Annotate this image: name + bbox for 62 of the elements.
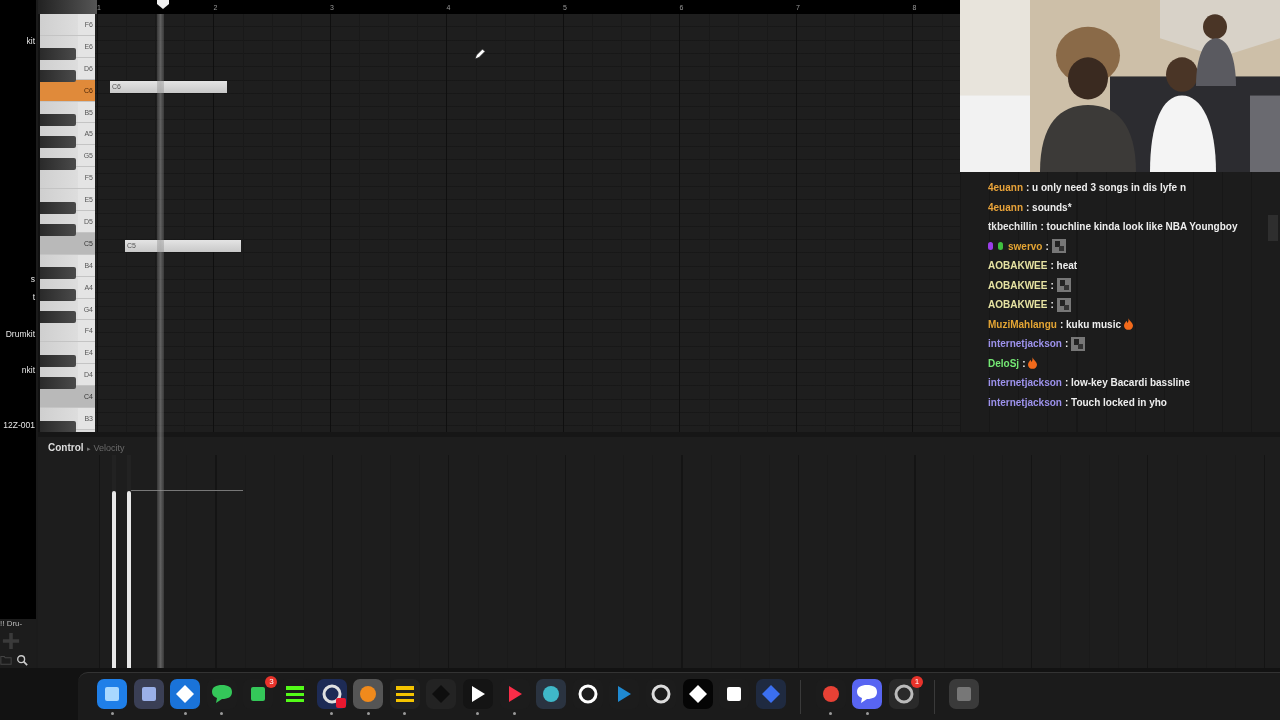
browser-item[interactable]: !! Dru- xyxy=(0,619,23,628)
app-icon[interactable] xyxy=(852,679,883,709)
chat-username[interactable]: 4euann xyxy=(988,182,1023,194)
emote-icon xyxy=(1051,239,1066,254)
browser-item[interactable]: Drumkit xyxy=(5,324,35,343)
app-icon[interactable] xyxy=(462,679,493,709)
playhead-marker[interactable] xyxy=(157,0,169,9)
chat-message: : heat xyxy=(1050,260,1078,272)
chat-message: : u only need 3 songs in dis lyfe n xyxy=(1026,182,1187,194)
app-icon[interactable] xyxy=(353,679,384,709)
control-label[interactable]: Control xyxy=(48,442,84,453)
chat-username[interactable]: internetjackson xyxy=(988,396,1062,408)
browser-item[interactable]: t xyxy=(32,288,35,307)
emote-icon xyxy=(1056,278,1071,293)
browser-item[interactable]: nkit xyxy=(21,361,35,380)
browser-item[interactable]: 12Z-001 xyxy=(3,416,35,435)
chat-message: : kuku music xyxy=(1059,318,1122,330)
chat-username[interactable]: 4euann xyxy=(988,201,1023,213)
notification-badge: 3 xyxy=(265,676,278,688)
app-icon[interactable] xyxy=(133,679,164,709)
chat-username[interactable]: swervo xyxy=(1008,240,1043,252)
sharp-key[interactable] xyxy=(40,311,76,324)
sharp-key[interactable] xyxy=(40,267,76,280)
chat-message: : xyxy=(1050,299,1054,311)
app-icon[interactable] xyxy=(316,679,347,709)
chat-message: : low-key Bacardi bassline xyxy=(1064,377,1190,389)
emote-icon xyxy=(1056,297,1071,312)
chat-username[interactable]: internetjackson xyxy=(988,338,1062,350)
fire-icon xyxy=(1028,357,1038,370)
fire-icon xyxy=(1124,318,1134,331)
chat-username[interactable]: tkbechillin xyxy=(988,221,1038,233)
app-icon[interactable] xyxy=(536,679,567,709)
sharp-key[interactable] xyxy=(40,48,76,61)
sharp-key[interactable] xyxy=(40,70,76,83)
browser-item[interactable]: s xyxy=(30,269,35,288)
chat-message: : xyxy=(1022,357,1026,369)
browser-item[interactable]: kit xyxy=(26,32,35,50)
velocity-track[interactable] xyxy=(112,455,116,668)
search-icon[interactable] xyxy=(16,654,28,666)
app-icon[interactable] xyxy=(170,679,201,709)
app-icon[interactable] xyxy=(682,679,713,709)
sharp-key[interactable] xyxy=(40,289,76,302)
app-icon[interactable] xyxy=(389,679,420,709)
chat-message: : sounds* xyxy=(1026,201,1072,213)
chat-message: : xyxy=(1064,338,1069,350)
pencil-icon xyxy=(473,47,487,61)
chat-username[interactable]: DeloSj xyxy=(988,357,1020,369)
chat-username[interactable]: MuziMahlangu xyxy=(988,318,1057,330)
chat-username[interactable]: AOBAKWEE xyxy=(988,279,1048,291)
chat-username[interactable]: AOBAKWEE xyxy=(988,299,1048,311)
chat-username[interactable]: AOBAKWEE xyxy=(988,260,1048,272)
chat-message: : touchline kinda look like NBA Youngboy xyxy=(1040,221,1238,233)
emote-icon xyxy=(1071,336,1086,351)
notification-badge: 1 xyxy=(911,676,924,688)
chat-message: : Touch locked in yho xyxy=(1064,396,1167,408)
chat-username[interactable]: internetjackson xyxy=(988,377,1062,389)
velocity-track[interactable] xyxy=(127,455,131,668)
app-icon[interactable] xyxy=(97,679,127,709)
app-icon[interactable] xyxy=(889,679,920,709)
chat-message: : xyxy=(1045,240,1049,252)
chat-message: : xyxy=(1050,279,1054,291)
playhead[interactable] xyxy=(157,14,164,668)
